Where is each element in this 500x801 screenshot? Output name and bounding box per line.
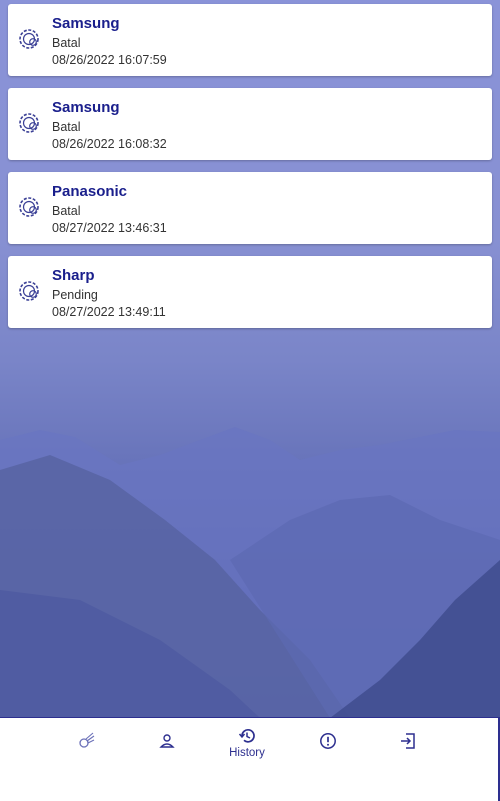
history-icon (238, 728, 255, 743)
nav-history-label: History (229, 747, 265, 759)
nav-history[interactable]: History (207, 718, 287, 778)
nav-info[interactable] (288, 718, 368, 778)
logout-icon (401, 733, 415, 749)
comet-icon (79, 732, 95, 748)
history-list: Samsung Batal 08/26/2022 16:07:59 Samsun… (8, 4, 492, 340)
timestamp: 08/26/2022 16:07:59 (52, 53, 167, 67)
history-item[interactable]: Panasonic Batal 08/27/2022 13:46:31 (8, 172, 492, 244)
brand-name: Panasonic (52, 183, 128, 200)
gear-icon (19, 197, 39, 217)
status-text: Batal (52, 36, 81, 50)
status-text: Batal (52, 204, 81, 218)
gear-icon (19, 113, 39, 133)
bottom-navigation: History (0, 717, 500, 801)
brand-name: Samsung (52, 15, 120, 32)
history-item[interactable]: Samsung Batal 08/26/2022 16:08:32 (8, 88, 492, 160)
nav-logout[interactable] (368, 718, 448, 778)
status-text: Batal (52, 120, 81, 134)
nav-profile[interactable] (127, 718, 207, 778)
timestamp: 08/27/2022 13:46:31 (52, 221, 167, 235)
nav-service[interactable] (46, 718, 126, 778)
person-icon (159, 734, 175, 748)
gear-icon (19, 29, 39, 49)
timestamp: 08/26/2022 16:08:32 (52, 137, 167, 151)
gear-icon (19, 281, 39, 301)
status-text: Pending (52, 288, 98, 302)
history-item[interactable]: Sharp Pending 08/27/2022 13:49:11 (8, 256, 492, 328)
info-icon (320, 733, 336, 749)
timestamp: 08/27/2022 13:49:11 (52, 305, 166, 319)
brand-name: Samsung (52, 99, 120, 116)
history-item[interactable]: Samsung Batal 08/26/2022 16:07:59 (8, 4, 492, 76)
brand-name: Sharp (52, 267, 95, 284)
